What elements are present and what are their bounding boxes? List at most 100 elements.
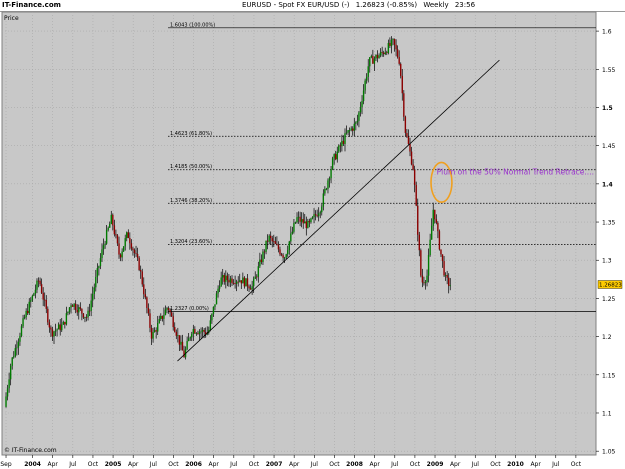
annotation-text: Plum on the 50% Normal Trend Retrace.... [437,167,594,176]
candle-body-up [361,101,363,108]
candle-body-down [129,237,131,244]
candle-body-down [395,44,397,50]
candle-body-up [432,209,434,226]
candle-body-down [183,350,185,358]
candle-body-down [141,271,143,285]
candle-body-up [54,330,57,332]
candle-body-up [384,52,386,55]
candle-body-down [352,128,354,131]
candle-body-up [166,308,168,310]
candle-body-down [386,52,388,54]
x-tick-label: Jul [551,461,560,468]
candle-body-up [192,328,195,334]
candle-body-up [201,329,204,332]
candle-body-up [427,254,430,276]
candle-body-up [341,140,343,147]
candle-body-up [444,275,447,276]
candle-body-down [138,257,140,271]
y-tick-label: 1.55 [602,67,616,74]
candle-body-up [290,233,292,242]
candle-body-down [45,299,47,309]
candle-body-down [435,219,438,223]
candle-body-down [420,250,422,276]
candle-body-up [217,288,219,294]
candle-body-up [110,214,112,224]
candle-body-up [330,169,332,179]
candle-body-down [147,307,150,314]
x-tick-label: Jul [390,461,399,468]
candle-body-up [93,287,95,294]
candle-body-down [274,241,277,244]
candle-body-up [98,266,100,269]
candle-body-up [99,258,102,267]
candle-body-up [310,218,312,223]
candle-body-down [44,299,46,301]
candle-body-up [353,123,355,131]
candle-body-up [65,313,68,325]
candle-body-up [222,275,224,278]
y-tick-label: 1.35 [602,220,616,227]
candle-body-down [240,280,242,284]
candle-body-down [234,283,236,284]
candle-body-down [88,310,91,312]
candle-body-up [9,365,12,380]
candle-body-down [144,294,147,298]
candle-body-up [160,315,162,320]
candle-body-down [42,292,44,300]
y-tick-label: 1.05 [602,449,616,456]
candle-body-down [389,42,391,46]
candle-body-up [336,151,338,160]
candle-body-up [215,293,218,305]
x-tick-label: 2004 [24,461,41,468]
x-tick-label: Sep [0,461,12,468]
candle-body-down [174,327,176,332]
price-chart[interactable]: 1.6043 (100.00%) 1.4623 (61.80%) 1.4185 (5… [0,0,625,469]
candle-body-down [197,333,199,335]
candle-body-up [287,250,289,255]
x-tick-label: Apr [208,461,219,468]
x-tick-label: 2010 [507,461,524,468]
candle-body-up [104,243,106,246]
x-tick-label: 2007 [266,461,283,468]
fib-level-label: 1.2327 (0.00%) [170,306,209,312]
candle-body-down [118,243,120,255]
candle-body-down [279,249,281,255]
candle-body-up [293,223,295,232]
candle-body-down [299,216,301,222]
candle-body-up [296,217,298,223]
candle-body-up [62,321,64,325]
candle-body-up [124,238,126,247]
candle-body-down [37,280,40,282]
candle-body-up [297,216,300,218]
candle-body-up [25,310,27,318]
x-tick-label: Apr [450,461,461,468]
candle-body-up [311,217,314,219]
candle-body-down [74,303,77,310]
candle-body-down [256,276,258,278]
candle-body-down [48,322,51,328]
candle-body-down [127,232,130,238]
candle-body-down [226,275,229,281]
candle-body-down [270,235,272,239]
candle-body-up [350,128,352,131]
candle-body-up [304,221,306,224]
x-tick-label: Oct [249,461,260,468]
candle-body-up [164,309,167,315]
candle-body-up [373,58,376,64]
candle-body-down [167,308,170,310]
candle-body-down [314,214,317,216]
fib-level-label: 1.6043 (100.00%) [170,22,215,28]
y-tick-label: 1.5 [602,105,613,112]
candle-body-up [109,223,111,228]
candle-body-down [417,205,419,235]
candle-body-down [398,56,400,64]
y-tick-label: 1.4 [602,181,613,188]
candle-body-up [254,276,256,279]
candle-body-up [426,275,428,283]
y-tick-label: 1.25 [602,296,616,303]
candle-body-up [23,317,26,319]
candle-body-down [39,280,41,285]
candle-body-up [347,130,349,133]
candle-body-up [262,251,264,263]
candle-body-up [325,188,328,190]
